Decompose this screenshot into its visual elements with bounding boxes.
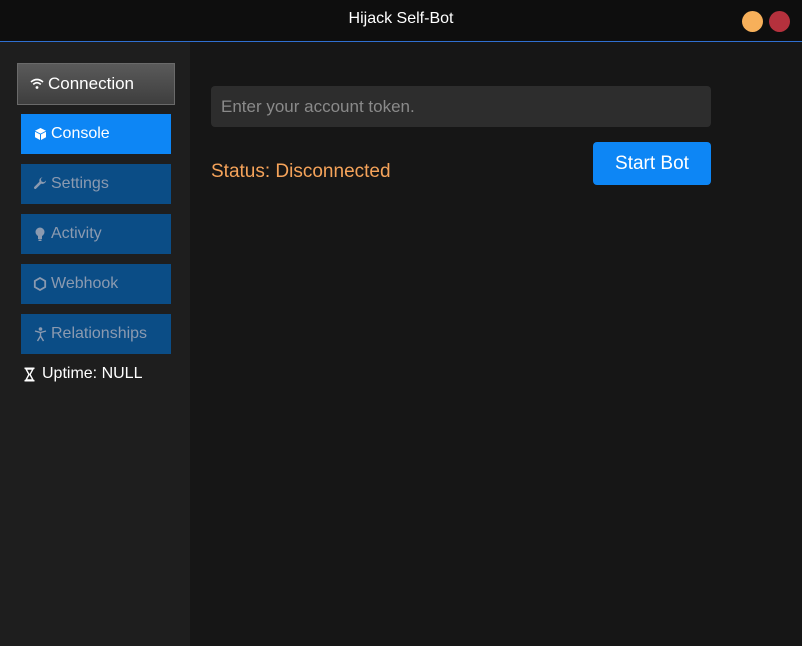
sidebar-item-connection[interactable]: Connection	[17, 63, 175, 105]
hexagon-icon	[31, 277, 49, 291]
wifi-icon	[28, 78, 46, 90]
close-button[interactable]	[769, 11, 790, 32]
connection-status: Status: Disconnected	[211, 161, 391, 182]
sidebar-item-console[interactable]: Console	[21, 114, 171, 154]
account-token-input[interactable]	[211, 86, 711, 127]
sidebar-item-settings[interactable]: Settings	[21, 164, 171, 204]
minimize-button[interactable]	[742, 11, 763, 32]
person-icon	[31, 326, 49, 342]
hourglass-icon	[22, 367, 36, 382]
main-panel: Status: Disconnected Start Bot	[190, 42, 802, 646]
window-title: Hijack Self-Bot	[348, 10, 454, 27]
cube-icon	[31, 127, 49, 141]
sidebar-item-webhook[interactable]: Webhook	[21, 264, 171, 304]
sidebar-item-label: Activity	[51, 225, 102, 242]
sidebar-item-label: Webhook	[51, 275, 119, 292]
sidebar: Connection Console Settings Activity Web…	[0, 42, 190, 646]
sidebar-item-label: Console	[51, 125, 110, 142]
sidebar-item-label: Relationships	[51, 325, 148, 342]
sidebar-item-activity[interactable]: Activity	[21, 214, 171, 254]
title-bar[interactable]: Hijack Self-Bot	[0, 0, 802, 42]
lightbulb-icon	[31, 227, 49, 242]
sidebar-item-label: Settings	[51, 175, 109, 192]
app-window: Hijack Self-Bot Connection Console Setti…	[0, 0, 802, 646]
uptime-display: Uptime: NULL	[22, 365, 142, 383]
uptime-label: Uptime: NULL	[42, 365, 143, 382]
sidebar-item-label: Connection	[48, 74, 135, 93]
wrench-icon	[31, 177, 49, 191]
start-bot-button[interactable]: Start Bot	[593, 142, 711, 185]
sidebar-item-relationships[interactable]: Relationships	[21, 314, 171, 354]
